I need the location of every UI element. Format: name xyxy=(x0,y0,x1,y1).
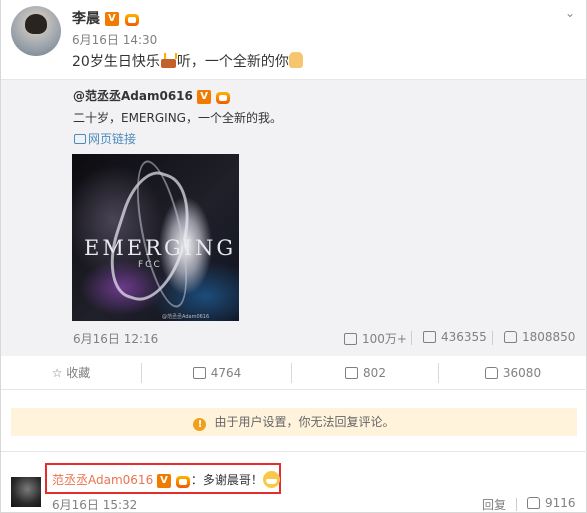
repost-forward-stat[interactable]: 100万+ xyxy=(344,330,407,347)
divider xyxy=(1,389,587,390)
thumbs-up-icon xyxy=(484,367,498,379)
divider xyxy=(516,498,517,511)
divider xyxy=(438,363,439,383)
like-count: 36080 xyxy=(502,366,542,380)
thumbs-up-emoji-icon xyxy=(288,52,303,68)
repost-like-stat[interactable]: 1808850 xyxy=(492,330,576,345)
web-link-label: 网页链接 xyxy=(88,132,137,146)
comment-count: 802 xyxy=(363,366,386,380)
author-avatar[interactable] xyxy=(11,6,61,56)
repost-forward-count: 100万+ xyxy=(362,332,407,346)
cover-subtitle: FCC xyxy=(138,260,162,270)
favorite-label: 收藏 xyxy=(66,366,91,380)
comment-author[interactable]: 范丞丞Adam0616 xyxy=(52,473,153,487)
forward-button[interactable]: 4764 xyxy=(143,357,291,389)
forward-count: 4764 xyxy=(210,366,242,380)
repost-author-row: @范丞丞Adam0616 V xyxy=(73,87,231,104)
album-cover-image[interactable]: EMERGING FCC @范丞丞Adam0616 xyxy=(72,154,239,321)
divider xyxy=(1,451,587,452)
comment-icon xyxy=(423,331,436,343)
commenter-avatar[interactable] xyxy=(11,477,41,507)
repost-time[interactable]: 6月16日 12:16 xyxy=(73,330,158,347)
reply-restriction-notice: ! 由于用户设置，你无法回复评论。 xyxy=(11,408,577,436)
member-crown-icon xyxy=(215,90,231,104)
repost-comment-stat[interactable]: 436355 xyxy=(411,330,487,345)
divider xyxy=(141,363,142,383)
divider xyxy=(411,331,412,345)
comment-button[interactable]: 802 xyxy=(293,357,438,389)
favorite-button[interactable]: ☆ 收藏 xyxy=(1,357,141,389)
cover-title: EMERGING xyxy=(84,236,237,260)
comment-like-button[interactable]: 9116 xyxy=(527,496,576,510)
repost-text: 二十岁，EMERGING，一个全新的我。 xyxy=(73,111,282,125)
member-crown-icon xyxy=(175,474,191,488)
cover-caption: @范丞丞Adam0616 xyxy=(162,314,210,320)
comment-text: ：多谢晨哥！ xyxy=(190,473,263,487)
comment-content: 范丞丞Adam0616 V ：多谢晨哥！ xyxy=(52,471,280,488)
cake-emoji-icon xyxy=(160,52,177,68)
forward-icon xyxy=(344,333,357,345)
warning-icon: ! xyxy=(193,418,207,431)
chevron-down-icon[interactable]: ⌄ xyxy=(565,6,575,20)
star-icon: ☆ xyxy=(51,366,63,380)
comment-icon xyxy=(345,367,359,379)
repost-comment-count: 436355 xyxy=(441,330,487,344)
author-name[interactable]: 李晨 xyxy=(72,11,100,27)
divider xyxy=(291,363,292,383)
forward-icon xyxy=(192,367,206,379)
comment-like-count: 9116 xyxy=(545,496,576,510)
grin-emoji-icon xyxy=(262,471,280,488)
member-crown-icon xyxy=(124,12,140,26)
web-link[interactable]: 网页链接 xyxy=(74,130,136,147)
comment-time: 6月16日 15:32 xyxy=(52,498,138,512)
thumbs-up-icon xyxy=(527,497,540,509)
thumbs-up-icon xyxy=(504,331,517,343)
post-time[interactable]: 6月16日 14:30 xyxy=(72,31,157,48)
post-text: 20岁生日快乐 听，一个全新的你 xyxy=(72,51,303,71)
author-name-row: 李晨 V xyxy=(72,8,140,28)
like-button[interactable]: 36080 xyxy=(440,357,586,389)
action-bar: ☆ 收藏 4764 802 36080 xyxy=(1,357,586,389)
link-icon xyxy=(74,134,86,144)
verified-icon: V xyxy=(157,473,172,488)
verified-icon: V xyxy=(104,12,119,26)
verified-icon: V xyxy=(197,89,212,104)
post-text-part-b: 听，一个全新的你 xyxy=(176,54,289,70)
post-text-part-a: 20岁生日快乐 xyxy=(72,54,160,70)
reply-button[interactable]: 回复 xyxy=(482,496,506,513)
notice-text: 由于用户设置，你无法回复评论。 xyxy=(214,415,395,429)
repost-author[interactable]: @范丞丞Adam0616 xyxy=(73,89,193,103)
repost-like-count: 1808850 xyxy=(522,330,576,344)
weibo-post-card: 李晨 V ⌄ 6月16日 14:30 20岁生日快乐 听，一个全新的你 @范丞丞A… xyxy=(0,0,587,513)
divider xyxy=(492,331,493,345)
